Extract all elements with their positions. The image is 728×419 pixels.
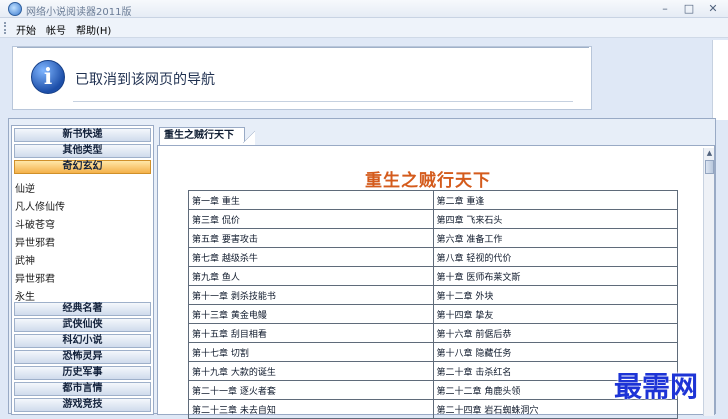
menu-bar: 开始 帐号 帮助(H) <box>0 18 728 38</box>
right-panel-strip <box>712 40 728 120</box>
table-row: 第七章 越级杀牛 第八章 轻视的代价 <box>188 247 678 267</box>
chapter-link[interactable]: 第十二章 外块 <box>432 285 678 305</box>
chapter-link[interactable]: 第三章 侃价 <box>188 209 434 229</box>
book-item[interactable]: 仙逆 <box>15 180 35 195</box>
info-icon: i <box>31 60 65 94</box>
book-item[interactable]: 斗破苍穹 <box>15 216 55 231</box>
tab-edge <box>243 129 255 145</box>
menu-help[interactable]: 帮助(H) <box>76 22 111 37</box>
table-row: 第二十三章 未去自知 第二十四章 岩石蜘蛛洞穴 <box>188 399 678 419</box>
book-item[interactable]: 异世邪君 <box>15 270 55 285</box>
category-classics[interactable]: 经典名著 <box>14 302 151 316</box>
main-area: 新书快递 其他类型 奇幻玄幻 仙逆 凡人修仙传 斗破苍穹 异世邪君 武神 异世邪… <box>8 118 716 419</box>
app-window: 网络小说阅读器2011版 – □ ✕ 开始 帐号 帮助(H) i 已取消到该网页… <box>0 0 728 419</box>
category-other[interactable]: 其他类型 <box>14 144 151 158</box>
chapter-link[interactable]: 第二章 重逢 <box>432 190 678 210</box>
scroll-up-icon[interactable]: ▲ <box>705 149 714 158</box>
window-title: 网络小说阅读器2011版 <box>26 7 132 18</box>
vertical-scrollbar[interactable]: ▲ <box>703 148 714 416</box>
chapter-link[interactable]: 第八章 轻视的代价 <box>432 247 678 267</box>
table-row: 第一章 重生 第二章 重逢 <box>188 190 678 210</box>
category-fantasy[interactable]: 奇幻玄幻 <box>14 160 151 174</box>
title-bar: 网络小说阅读器2011版 – □ ✕ <box>0 0 728 18</box>
chapter-link[interactable]: 第二十三章 未去自知 <box>188 399 434 419</box>
category-new-books[interactable]: 新书快递 <box>14 128 151 142</box>
chapter-link[interactable]: 第十九章 大款的诞生 <box>188 361 434 381</box>
navigation-cancelled-pane: i 已取消到该网页的导航 <box>12 46 592 110</box>
table-row: 第五章 要害攻击 第六章 准备工作 <box>188 228 678 248</box>
table-row: 第九章 鱼人 第十章 医师布莱文斯 <box>188 266 678 286</box>
chapter-link[interactable]: 第七章 越级杀牛 <box>188 247 434 267</box>
book-item[interactable]: 永生 <box>15 288 35 303</box>
book-item[interactable]: 凡人修仙传 <box>15 198 65 213</box>
table-row: 第十九章 大款的诞生 第二十章 击杀红名 <box>188 361 678 381</box>
table-row: 第二十一章 逐火者套 第二十二章 角鹿头领 <box>188 380 678 400</box>
category-horror[interactable]: 恐怖灵异 <box>14 350 151 364</box>
close-icon[interactable]: ✕ <box>704 1 722 16</box>
category-gaming[interactable]: 游戏竞技 <box>14 398 151 412</box>
table-row: 第十五章 刮目相看 第十六章 前倨后恭 <box>188 323 678 343</box>
tab-current-book[interactable]: 重生之贼行天下 <box>159 127 245 145</box>
chapter-link[interactable]: 第一章 重生 <box>188 190 434 210</box>
watermark-logo: 最需网 <box>614 370 699 403</box>
chapter-link[interactable]: 第六章 准备工作 <box>432 228 678 248</box>
maximize-icon[interactable]: □ <box>680 1 698 16</box>
chapter-link[interactable]: 第四章 飞来石头 <box>432 209 678 229</box>
chapter-link[interactable]: 第十一章 剥杀技能书 <box>188 285 434 305</box>
menu-start[interactable]: 开始 <box>16 22 36 37</box>
menu-account[interactable]: 帐号 <box>46 22 66 37</box>
chapter-link[interactable]: 第十章 医师布莱文斯 <box>432 266 678 286</box>
info-top-divider <box>17 47 589 48</box>
book-item[interactable]: 武神 <box>15 252 35 267</box>
table-row: 第十一章 剥杀技能书 第十二章 外块 <box>188 285 678 305</box>
info-divider <box>73 101 573 102</box>
chapter-link[interactable]: 第十七章 切割 <box>188 342 434 362</box>
chapter-link[interactable]: 第二十一章 逐火者套 <box>188 380 434 400</box>
category-wuxia[interactable]: 武侠仙侠 <box>14 318 151 332</box>
chapter-link[interactable]: 第十五章 刮目相看 <box>188 323 434 343</box>
chapter-table: 第一章 重生 第二章 重逢 第三章 侃价 第四章 飞来石头 第五章 要害攻击 第六章 准备… <box>188 190 678 419</box>
table-row: 第十三章 黄金电鳗 第十四章 挚友 <box>188 304 678 324</box>
category-sidebar: 新书快递 其他类型 奇幻玄幻 仙逆 凡人修仙传 斗破苍穹 异世邪君 武神 异世邪… <box>11 125 154 415</box>
scroll-thumb[interactable] <box>705 160 714 174</box>
minimize-icon[interactable]: – <box>656 1 674 16</box>
app-logo-icon <box>8 2 22 16</box>
book-title: 重生之贼行天下 <box>365 171 491 191</box>
table-row: 第十七章 切割 第十八章 隐藏任务 <box>188 342 678 362</box>
chapter-link[interactable]: 第十三章 黄金电鳗 <box>188 304 434 324</box>
navigation-cancelled-message: 已取消到该网页的导航 <box>75 72 215 88</box>
category-romance[interactable]: 都市言情 <box>14 382 151 396</box>
book-item[interactable]: 异世邪君 <box>15 234 55 249</box>
toolbar-grip-icon <box>4 22 7 34</box>
category-scifi[interactable]: 科幻小说 <box>14 334 151 348</box>
category-history[interactable]: 历史军事 <box>14 366 151 380</box>
chapter-link[interactable]: 第九章 鱼人 <box>188 266 434 286</box>
table-row: 第三章 侃价 第四章 飞来石头 <box>188 209 678 229</box>
chapter-link[interactable]: 第十六章 前倨后恭 <box>432 323 678 343</box>
chapter-link[interactable]: 第十四章 挚友 <box>432 304 678 324</box>
chapter-link[interactable]: 第五章 要害攻击 <box>188 228 434 248</box>
chapter-link[interactable]: 第十八章 隐藏任务 <box>432 342 678 362</box>
